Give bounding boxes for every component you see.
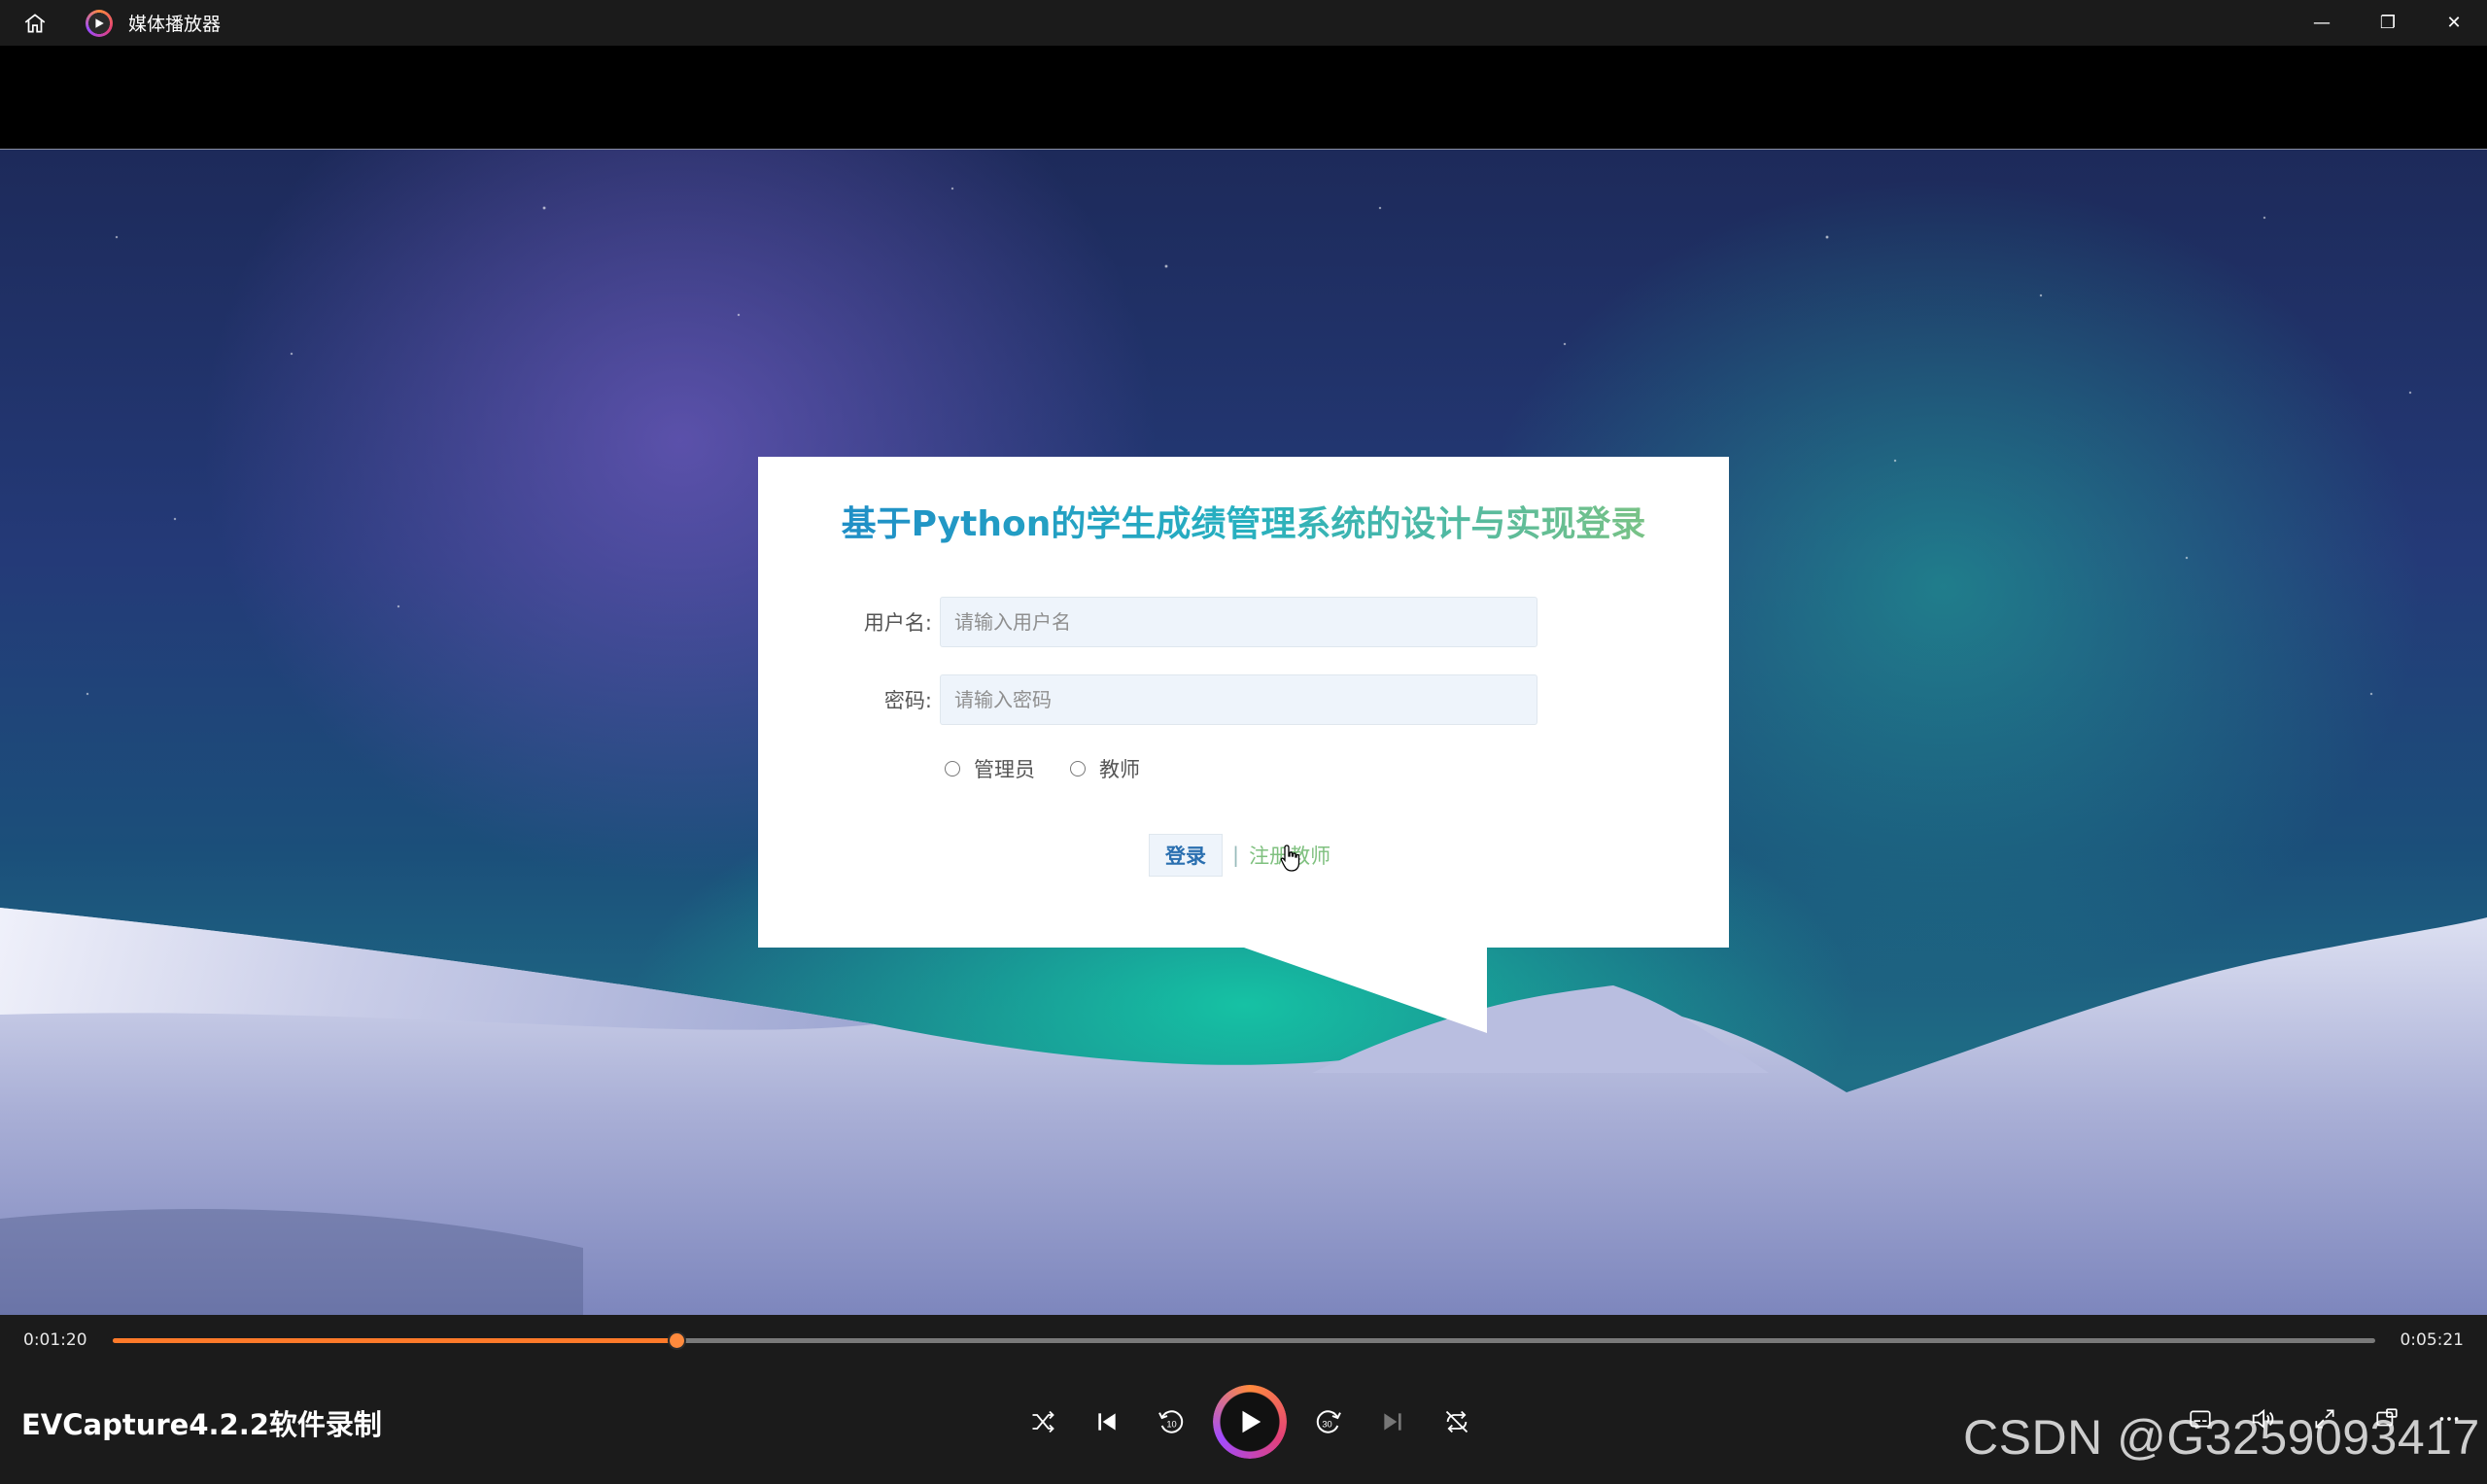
- media-player-logo-icon: [86, 9, 113, 37]
- svg-text:10: 10: [1166, 1419, 1176, 1429]
- app-title: 媒体播放器: [128, 14, 222, 35]
- login-card: 基于Python的学生成绩管理系统的设计与实现登录 用户名: 密码: 管理员 教…: [758, 457, 1729, 948]
- username-input[interactable]: [940, 597, 1537, 647]
- media-title: EVCapture4.2.2软件录制: [21, 1408, 382, 1441]
- role-label-teacher: 教师: [1099, 758, 1140, 781]
- username-label: 用户名:: [863, 611, 932, 635]
- window-controls: — ❐ ✕: [2289, 0, 2487, 46]
- role-selector: 管理员 教师: [945, 754, 1175, 783]
- previous-button[interactable]: [1075, 1390, 1139, 1454]
- login-actions: 登录 | 注册教师: [1149, 834, 1330, 877]
- seek-bar[interactable]: [113, 1331, 2375, 1350]
- minimize-icon: —: [2313, 13, 2331, 33]
- next-button[interactable]: [1361, 1390, 1425, 1454]
- radio-circle-icon: [945, 761, 960, 777]
- seek-progress: [113, 1338, 676, 1343]
- transport-controls: 10 30: [1011, 1385, 1489, 1459]
- media-player-window: 媒体播放器 — ❐ ✕ 基于Python的学生成绩管理系统的设计与实现登录 用户…: [0, 0, 2487, 1484]
- close-button[interactable]: ✕: [2421, 0, 2487, 46]
- minimize-button[interactable]: —: [2289, 0, 2355, 46]
- password-label: 密码:: [883, 689, 932, 712]
- card-pointer-tail: [1244, 948, 1487, 1033]
- radio-circle-icon: [1070, 761, 1086, 777]
- password-input[interactable]: [940, 674, 1537, 725]
- username-row: 用户名:: [758, 597, 1729, 647]
- action-separator: |: [1232, 844, 1240, 867]
- restore-icon: ❐: [2379, 13, 2397, 33]
- login-title: 基于Python的学生成绩管理系统的设计与实现登录: [758, 496, 1729, 546]
- repeat-off-button[interactable]: [1425, 1390, 1489, 1454]
- play-button[interactable]: [1213, 1385, 1287, 1459]
- rewind-10-icon: 10: [1158, 1410, 1184, 1433]
- role-radio-teacher[interactable]: 教师: [1070, 754, 1140, 783]
- login-button[interactable]: 登录: [1149, 834, 1223, 877]
- role-radio-admin[interactable]: 管理员: [945, 754, 1035, 783]
- forward-30-icon: 30: [1316, 1410, 1341, 1433]
- password-row: 密码:: [758, 674, 1729, 725]
- role-label-admin: 管理员: [974, 758, 1035, 781]
- total-duration: 0:05:21: [2400, 1330, 2464, 1350]
- repeat-off-icon: [1445, 1410, 1468, 1433]
- home-icon[interactable]: [17, 6, 52, 41]
- seek-thumb[interactable]: [667, 1331, 686, 1350]
- svg-text:30: 30: [1322, 1419, 1331, 1429]
- shuffle-button[interactable]: [1011, 1390, 1075, 1454]
- rewind-10-button[interactable]: 10: [1139, 1390, 1203, 1454]
- forward-30-button[interactable]: 30: [1296, 1390, 1361, 1454]
- skip-next-icon: [1384, 1413, 1401, 1431]
- title-bar: 媒体播放器 — ❐ ✕: [0, 0, 2487, 46]
- skip-previous-icon: [1098, 1413, 1116, 1431]
- hand-cursor-icon: [1280, 845, 1300, 872]
- play-icon: [1242, 1410, 1261, 1433]
- elapsed-time: 0:01:20: [23, 1330, 87, 1350]
- restore-button[interactable]: ❐: [2355, 0, 2421, 46]
- shuffle-icon: [1032, 1410, 1054, 1433]
- csdn-watermark: CSDN @G3259093417: [1963, 1410, 2480, 1465]
- close-icon: ✕: [2446, 13, 2462, 33]
